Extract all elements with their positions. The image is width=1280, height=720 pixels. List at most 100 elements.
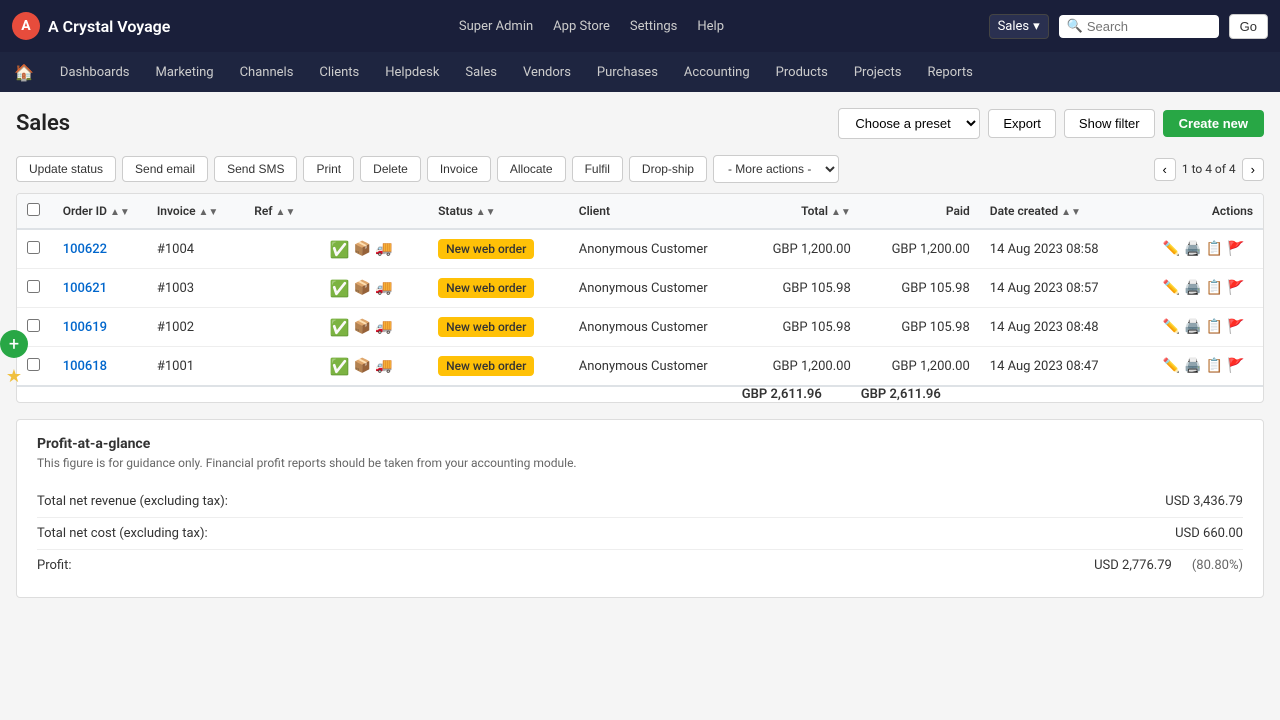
- flag-icon[interactable]: 🚩: [1227, 319, 1244, 335]
- sidebar-item-purchases[interactable]: Purchases: [585, 59, 670, 86]
- search-box: 🔍: [1059, 15, 1219, 38]
- flag-icon[interactable]: 🚩: [1227, 358, 1244, 374]
- edit-icon[interactable]: ✏️: [1163, 358, 1180, 374]
- edit-icon[interactable]: ✏️: [1163, 319, 1180, 335]
- print-icon[interactable]: 🖨️: [1184, 280, 1201, 296]
- col-header-total[interactable]: Total ▲▼: [742, 194, 861, 229]
- delete-button[interactable]: Delete: [360, 156, 421, 182]
- order-link-0[interactable]: 100622: [63, 242, 107, 257]
- col-header-invoice[interactable]: Invoice ▲▼: [147, 194, 244, 229]
- drop-ship-button[interactable]: Drop-ship: [629, 156, 707, 182]
- sidebar-item-sales[interactable]: Sales: [453, 59, 509, 86]
- copy-icon[interactable]: 📋: [1206, 280, 1223, 296]
- print-icon[interactable]: 🖨️: [1184, 319, 1201, 335]
- quick-star-button[interactable]: ★: [0, 362, 28, 390]
- col-header-date[interactable]: Date created ▲▼: [980, 194, 1153, 229]
- order-link-2[interactable]: 100619: [63, 320, 107, 335]
- sales-dropdown[interactable]: Sales ▾: [989, 14, 1049, 39]
- order-link-1[interactable]: 100621: [63, 281, 107, 296]
- nav-help[interactable]: Help: [697, 19, 724, 34]
- status-badge-2: New web order: [438, 317, 534, 337]
- nav-settings[interactable]: Settings: [630, 19, 677, 34]
- sidebar-item-clients[interactable]: Clients: [307, 59, 371, 86]
- row-checkbox-2[interactable]: [27, 319, 40, 332]
- send-sms-button[interactable]: Send SMS: [214, 156, 297, 182]
- top-nav: A A Crystal Voyage Super Admin App Store…: [0, 0, 1280, 52]
- sidebar-item-projects[interactable]: Projects: [842, 59, 914, 86]
- row-status-icons-0: ✅ 📦 🚚: [330, 240, 418, 259]
- row-client-1: Anonymous Customer: [569, 269, 742, 308]
- status-badge-1: New web order: [438, 278, 534, 298]
- row-client-3: Anonymous Customer: [569, 347, 742, 387]
- print-icon[interactable]: 🖨️: [1184, 358, 1201, 374]
- show-filter-button[interactable]: Show filter: [1064, 109, 1155, 138]
- paid-sum: GBP 2,611.96: [861, 386, 980, 402]
- send-email-button[interactable]: Send email: [122, 156, 208, 182]
- check-icon: ✅: [330, 318, 350, 337]
- truck-icon: 🚚: [375, 241, 392, 257]
- quick-add-button[interactable]: +: [0, 330, 28, 358]
- profit-values-2: USD 2,776.79 (80.80%): [1094, 558, 1243, 573]
- col-header-orderid[interactable]: Order ID ▲▼: [53, 194, 147, 229]
- print-button[interactable]: Print: [303, 156, 354, 182]
- sidebar-item-marketing[interactable]: Marketing: [144, 59, 226, 86]
- orderid-sort-icon: ▲▼: [110, 207, 130, 218]
- profit-label-2: Profit:: [37, 558, 72, 573]
- order-link-3[interactable]: 100618: [63, 359, 107, 374]
- select-all-checkbox[interactable]: [27, 203, 40, 216]
- row-checkbox-1[interactable]: [27, 280, 40, 293]
- row-checkbox-0[interactable]: [27, 241, 40, 254]
- row-paid-0: GBP 1,200.00: [861, 229, 980, 269]
- flag-icon[interactable]: 🚩: [1227, 241, 1244, 257]
- invoice-button[interactable]: Invoice: [427, 156, 491, 182]
- copy-icon[interactable]: 📋: [1206, 241, 1223, 257]
- fulfil-button[interactable]: Fulfil: [572, 156, 623, 182]
- copy-icon[interactable]: 📋: [1206, 319, 1223, 335]
- row-paid-2: GBP 105.98: [861, 308, 980, 347]
- edit-icon[interactable]: ✏️: [1163, 241, 1180, 257]
- brand-logo: A: [12, 12, 40, 40]
- sidebar-item-dashboards[interactable]: Dashboards: [48, 59, 142, 86]
- flag-icon[interactable]: 🚩: [1227, 280, 1244, 296]
- home-icon[interactable]: 🏠: [14, 63, 34, 82]
- nav-app-store[interactable]: App Store: [553, 19, 610, 34]
- edit-icon[interactable]: ✏️: [1163, 280, 1180, 296]
- sidebar-item-vendors[interactable]: Vendors: [511, 59, 583, 86]
- print-icon[interactable]: 🖨️: [1184, 241, 1201, 257]
- sidebar-item-accounting[interactable]: Accounting: [672, 59, 762, 86]
- row-invoice-1: #1003: [147, 269, 244, 308]
- more-actions-select[interactable]: - More actions -: [713, 155, 839, 183]
- status-badge-3: New web order: [438, 356, 534, 376]
- sidebar-item-helpdesk[interactable]: Helpdesk: [373, 59, 451, 86]
- profit-value-1: USD 660.00: [1175, 526, 1243, 541]
- sidebar-item-products[interactable]: Products: [764, 59, 840, 86]
- sidebar-item-channels[interactable]: Channels: [228, 59, 306, 86]
- profit-label-0: Total net revenue (excluding tax):: [37, 494, 228, 509]
- pagination-next-button[interactable]: ›: [1242, 158, 1264, 181]
- row-paid-1: GBP 105.98: [861, 269, 980, 308]
- export-button[interactable]: Export: [988, 109, 1056, 138]
- nav-super-admin[interactable]: Super Admin: [459, 19, 533, 34]
- brand-name: A Crystal Voyage: [48, 17, 170, 36]
- create-new-button[interactable]: Create new: [1163, 110, 1264, 137]
- col-header-status[interactable]: Status ▲▼: [428, 194, 569, 229]
- search-input[interactable]: [1087, 19, 1211, 34]
- profit-title: Profit-at-a-glance: [37, 436, 1243, 452]
- copy-icon[interactable]: 📋: [1206, 358, 1223, 374]
- sidebar-item-reports[interactable]: Reports: [916, 59, 985, 86]
- row-checkbox-3[interactable]: [27, 358, 40, 371]
- pagination-prev-button[interactable]: ‹: [1154, 158, 1176, 181]
- row-invoice-2: #1002: [147, 308, 244, 347]
- box-icon: 📦: [354, 358, 371, 374]
- row-invoice-3: #1001: [147, 347, 244, 387]
- update-status-button[interactable]: Update status: [16, 156, 116, 182]
- table-row: 100618 #1001 ✅ 📦 🚚 New web order Anonymo…: [17, 347, 1263, 387]
- preset-select[interactable]: Choose a preset: [838, 108, 980, 139]
- dropdown-arrow-icon: ▾: [1033, 19, 1040, 34]
- truck-icon: 🚚: [375, 319, 392, 335]
- go-button[interactable]: Go: [1229, 14, 1268, 39]
- row-total-3: GBP 1,200.00: [742, 347, 861, 387]
- col-header-ref[interactable]: Ref ▲▼: [244, 194, 320, 229]
- row-date-1: 14 Aug 2023 08:57: [980, 269, 1153, 308]
- allocate-button[interactable]: Allocate: [497, 156, 566, 182]
